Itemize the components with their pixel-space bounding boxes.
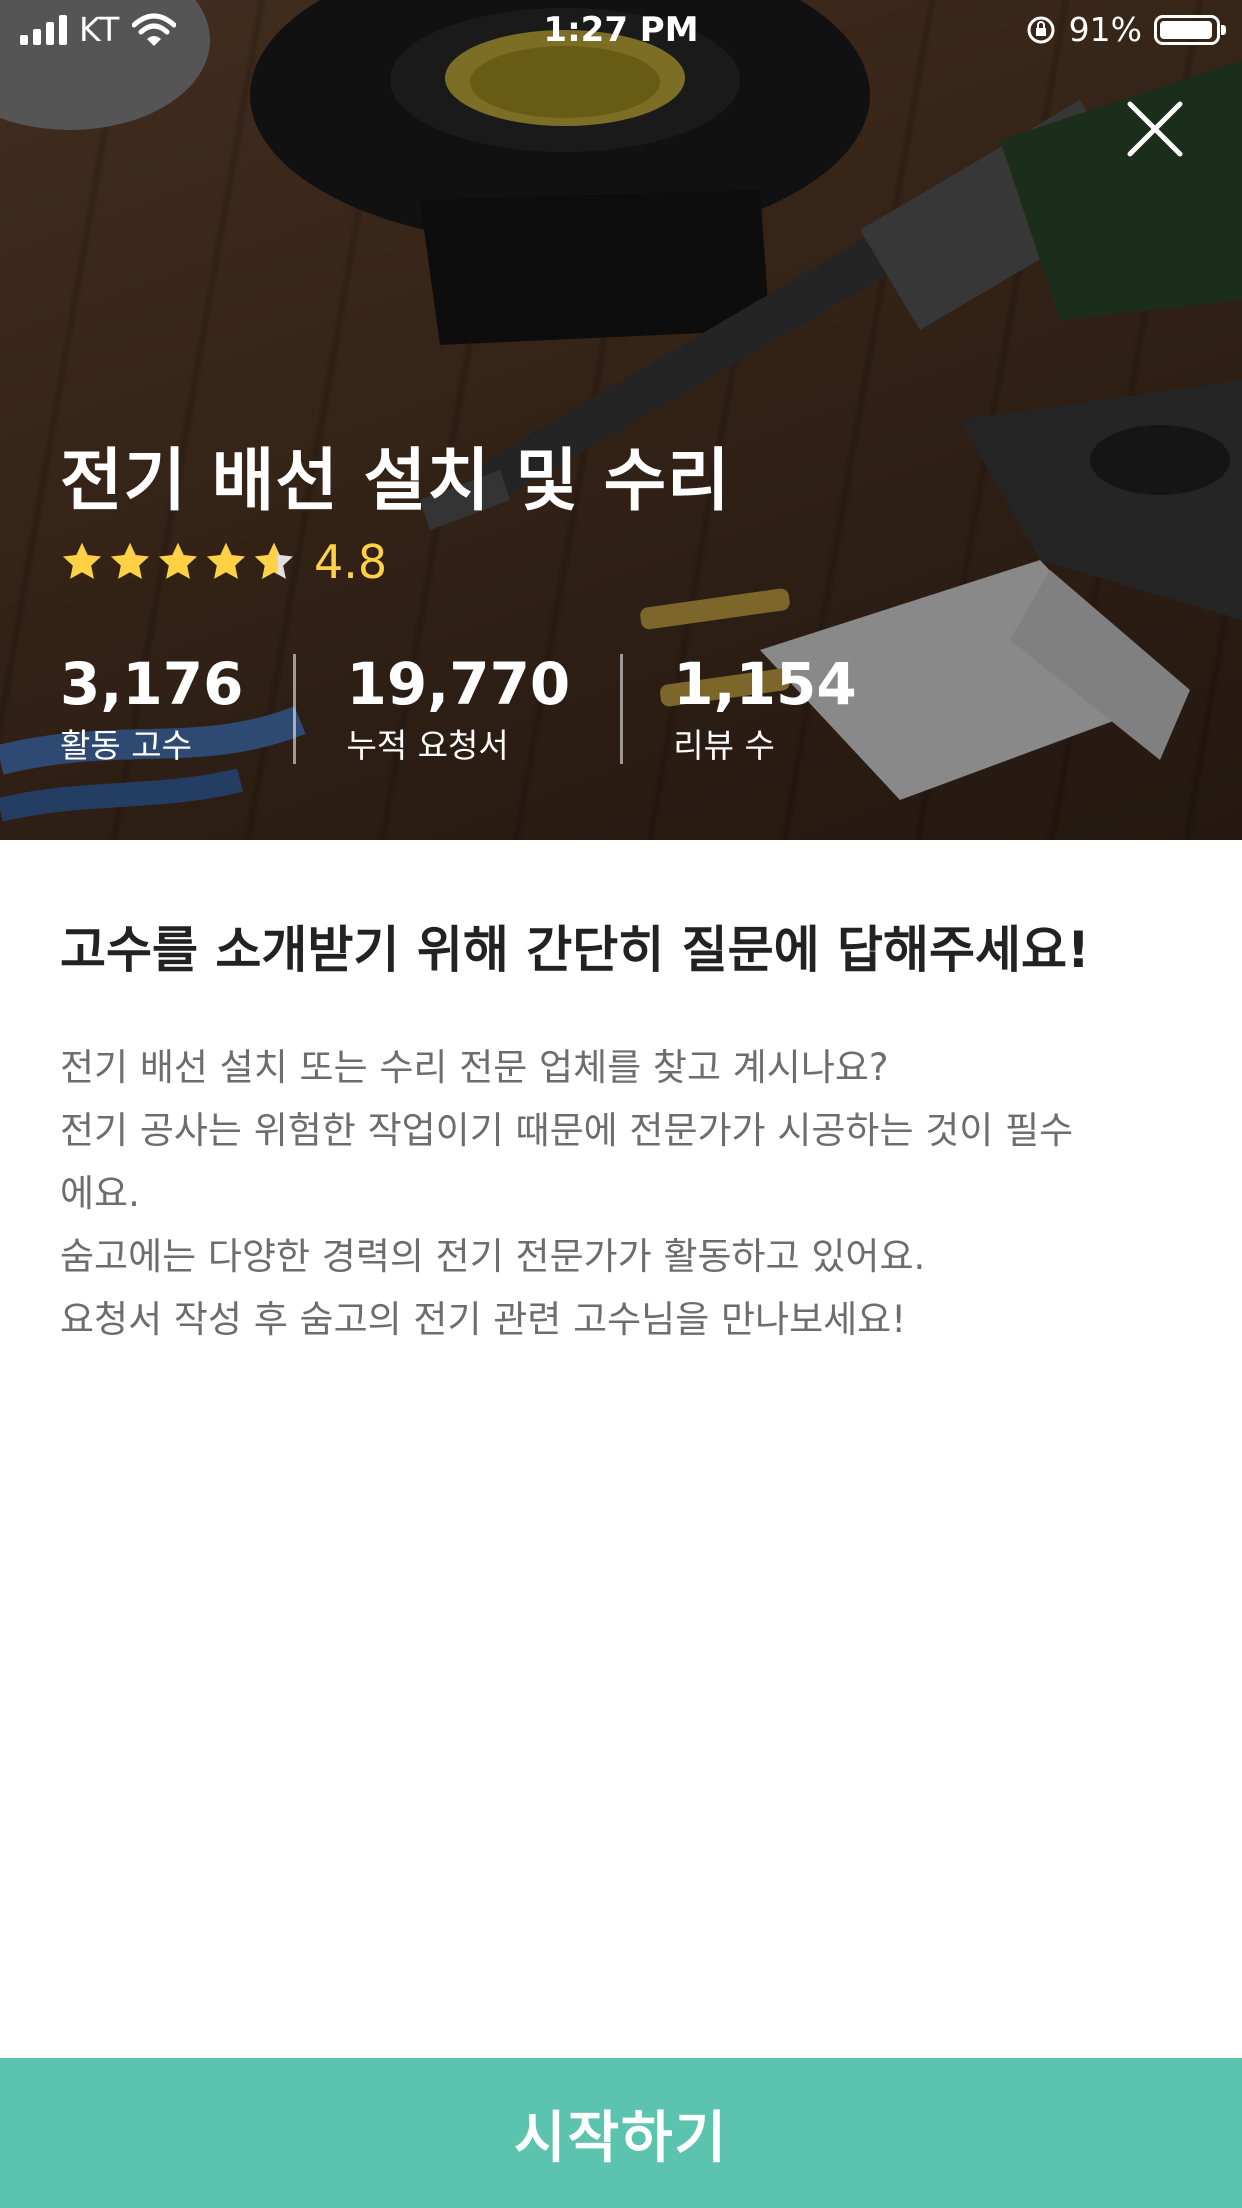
stat-value: 3,176: [60, 650, 244, 718]
stat-label: 리뷰 수: [673, 726, 775, 765]
stat-divider: [620, 654, 624, 764]
intro-description: 전기 배선 설치 또는 수리 전문 업체를 찾고 계시나요? 전기 공사는 위험…: [60, 1036, 1180, 1351]
star-half-icon: [254, 542, 294, 579]
stats-row: 3,176 활동 고수 19,770 누적 요청서 1,154 리뷰 수: [60, 648, 857, 770]
stat-total-requests: 19,770 누적 요청서: [346, 648, 570, 770]
star-icon: [206, 542, 246, 579]
stat-active-pros: 3,176 활동 고수: [60, 648, 243, 770]
stat-review-count: 1,154 리뷰 수: [673, 648, 856, 770]
intro-line: 전기 배선 설치 또는 수리 전문 업체를 찾고 계시나요?: [60, 1046, 889, 1089]
rating-stars: [60, 540, 296, 584]
star-icon: [110, 542, 150, 579]
start-button[interactable]: 시작하기: [0, 2058, 1242, 2208]
intro-line: 숨고에는 다양한 경력의 전기 전문가가 활동하고 있어요.: [60, 1235, 926, 1278]
close-button[interactable]: [1122, 96, 1188, 162]
rating: 4.8: [60, 535, 387, 589]
intro-line: 에요.: [60, 1172, 140, 1215]
stat-divider: [293, 654, 297, 764]
service-title: 전기 배선 설치 및 수리: [60, 442, 731, 521]
status-bar: KT 1:27 PM 91%: [0, 0, 1242, 62]
stat-value: 19,770: [346, 650, 571, 718]
orientation-lock-icon: [1027, 16, 1055, 43]
battery-percentage: 91%: [1068, 10, 1142, 49]
stat-label: 활동 고수: [60, 726, 192, 765]
intro-line: 전기 공사는 위험한 작업이기 때문에 전문가가 시공하는 것이 필수: [60, 1109, 1074, 1152]
stat-value: 1,154: [673, 650, 857, 718]
status-bar-right: 91%: [1025, 10, 1226, 49]
rating-value: 4.8: [314, 535, 388, 589]
battery-icon: [1154, 14, 1226, 45]
intro-heading: 고수를 소개받기 위해 간단히 질문에 답해주세요!: [60, 921, 1090, 979]
intro-line: 요청서 작성 후 숨고의 전기 관련 고수님을 만나보세요!: [60, 1298, 907, 1341]
stat-label: 누적 요청서: [346, 726, 509, 765]
star-icon: [158, 542, 198, 579]
close-icon: [1127, 101, 1183, 157]
hero-banner: KT 1:27 PM 91% 전기 배선 설치 및 수리 4.8 3,176 활…: [0, 0, 1242, 840]
intro-section: 고수를 소개받기 위해 간단히 질문에 답해주세요! 전기 배선 설치 또는 수…: [60, 840, 1180, 1351]
star-icon: [62, 542, 102, 579]
